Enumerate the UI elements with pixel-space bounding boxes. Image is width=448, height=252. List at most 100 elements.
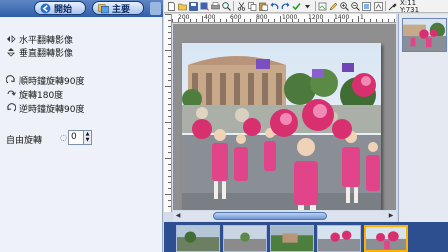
ruler-label: 1000 (282, 14, 298, 21)
toolbar-separator (385, 1, 386, 11)
open-icon[interactable] (177, 1, 187, 12)
film-thumbnail[interactable] (223, 225, 267, 252)
pen-icon[interactable] (329, 1, 339, 12)
ruler-tick (196, 19, 197, 22)
ruler-tick (168, 68, 171, 69)
ruler-tick (298, 19, 299, 22)
ruler-tick (168, 104, 171, 105)
ruler-tick (168, 32, 171, 33)
flip-horizontal-icon (7, 35, 16, 43)
confirm-icon[interactable] (292, 1, 302, 12)
redo-icon[interactable] (281, 1, 291, 12)
save-as-icon[interactable] (199, 1, 209, 12)
print-icon[interactable] (210, 1, 220, 12)
free-rotate-label: 自由旋轉 (6, 136, 43, 146)
coordinate-readout: X:11 Y:731 (398, 0, 448, 14)
ruler-tick (250, 19, 251, 22)
film-thumbnail[interactable] (270, 225, 314, 252)
ruler-tick (168, 146, 171, 147)
ruler-tick (274, 19, 275, 22)
toolbar (164, 0, 398, 13)
start-button[interactable]: 開始 (34, 1, 86, 15)
main-menu-icon (98, 3, 109, 13)
ruler-tick (358, 16, 359, 22)
main-button[interactable]: 主要 (92, 1, 144, 15)
start-arrow-icon (40, 3, 51, 13)
cut-icon[interactable] (236, 1, 246, 12)
ruler-tick (165, 50, 171, 51)
ruler-tick (268, 19, 269, 22)
undo-icon[interactable] (269, 1, 279, 12)
ruler-tick (280, 16, 281, 22)
ruler-tick (168, 44, 171, 45)
ruler-tick (165, 86, 171, 87)
parade-photo (182, 43, 381, 210)
ruler-tick (214, 19, 215, 22)
horizontal-scrollbar[interactable]: ◀ ▶ (173, 211, 396, 221)
ruler-vertical (164, 14, 172, 212)
save-icon[interactable] (188, 1, 198, 12)
film-thumbnail[interactable] (176, 225, 220, 252)
ruler-tick (340, 19, 341, 22)
image-canvas[interactable] (173, 24, 396, 210)
ruler-tick (165, 122, 171, 123)
ruler-tick (168, 182, 171, 183)
ruler-tick (244, 19, 245, 22)
ruler-tick (168, 170, 171, 171)
crop-icon[interactable] (318, 1, 328, 12)
spinner-down-icon[interactable]: ▼ (84, 137, 91, 143)
dropdown-icon[interactable] (303, 1, 313, 12)
rotate-ccw90-label: 逆時鐘旋轉90度 (19, 104, 85, 115)
zoom-out-icon[interactable] (351, 1, 361, 12)
flip-vertical-item[interactable]: 垂直翻轉影像 (6, 46, 74, 59)
rotate-angle-input[interactable]: 0 (68, 130, 84, 145)
ruler-tick (172, 19, 173, 22)
film-thumbnail-selected[interactable] (364, 225, 408, 252)
ruler-tick (262, 19, 263, 22)
ruler-tick (168, 20, 171, 21)
ruler-tick (310, 19, 311, 22)
ruler-tick (168, 110, 171, 111)
rotate-cw90-item[interactable]: 順時鐘旋轉90度 (6, 74, 84, 87)
ruler-tick (168, 164, 171, 165)
rotate-angle-spinner[interactable]: ◌ 0 ▲ ▼ (60, 130, 92, 145)
paste-icon[interactable] (258, 1, 268, 12)
ruler-tick (184, 19, 185, 22)
toolbar-separator (233, 1, 235, 11)
ruler-tick (168, 92, 171, 93)
rotate-180-label: 旋轉180度 (19, 90, 64, 101)
spinner-arrows[interactable]: ▲ ▼ (84, 130, 92, 145)
ruler-tick (220, 19, 221, 22)
flip-vertical-icon (7, 48, 15, 57)
ruler-tick (394, 19, 395, 22)
current-image-thumbnail[interactable] (402, 18, 447, 52)
eyedropper-icon[interactable] (388, 1, 398, 12)
panel-end-cap (150, 2, 161, 15)
ruler-tick (168, 134, 171, 135)
new-icon[interactable] (166, 1, 176, 12)
scroll-right-icon[interactable]: ▶ (386, 211, 396, 221)
rotate-180-item[interactable]: 旋轉180度 (6, 88, 64, 101)
copy-icon[interactable] (247, 1, 257, 12)
ruler-tick (168, 188, 171, 189)
flip-horizontal-label: 水平翻轉影像 (19, 35, 74, 46)
fit-window-icon[interactable] (362, 1, 372, 12)
thumbnail-panel (398, 14, 448, 226)
main-button-label: 主要 (112, 4, 131, 15)
actual-size-icon[interactable] (373, 1, 383, 12)
ruler-tick (370, 19, 371, 22)
flip-vertical-label: 垂直翻轉影像 (19, 48, 74, 59)
scroll-left-icon[interactable]: ◀ (173, 211, 183, 221)
ruler-tick (178, 19, 179, 22)
scrollbar-thumb[interactable] (213, 212, 327, 220)
flip-horizontal-item[interactable]: 水平翻轉影像 (6, 33, 74, 46)
zoom-icon[interactable] (221, 1, 231, 12)
rotate-clockwise-icon (6, 75, 15, 84)
left-panel: 開始 主要 水平翻轉影像 垂直翻轉影像 順時鐘旋轉90度 旋轉180度 逆時鐘旋… (0, 0, 163, 252)
zoom-in-icon[interactable] (340, 1, 350, 12)
ruler-tick (208, 19, 209, 22)
ruler-tick (165, 158, 171, 159)
rotate-ccw90-item[interactable]: 逆時鐘旋轉90度 (6, 102, 85, 115)
ruler-tick (168, 152, 171, 153)
film-thumbnail[interactable] (317, 225, 361, 252)
